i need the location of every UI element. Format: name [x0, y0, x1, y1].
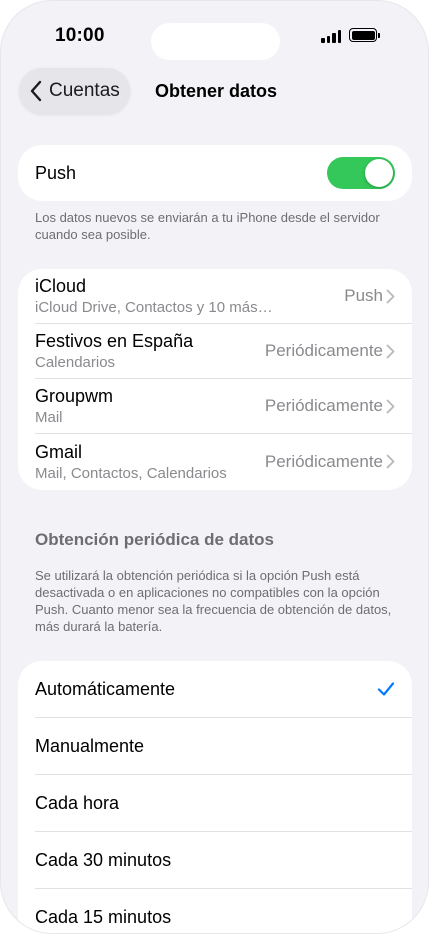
checkmark-icon	[377, 682, 395, 696]
account-row[interactable]: iCloud iCloud Drive, Contactos y 10 más… P…	[35, 269, 412, 324]
chevron-right-icon	[386, 399, 395, 413]
page-title: Obtener datos	[155, 81, 278, 101]
account-detail: Mail, Contactos, Calendarios	[35, 464, 227, 482]
account-fetch-mode: Periódicamente	[264, 341, 383, 360]
fetch-option-row[interactable]: Cada 30 minutos	[35, 832, 412, 889]
fetch-section-header: Obtención periódica de datos	[35, 530, 274, 549]
toggle-knob	[365, 159, 393, 187]
fetch-options-group: Automáticamente Manualmente Cada hora Cada …	[18, 661, 412, 933]
fetch-option-label: Cada hora	[35, 792, 120, 813]
fetch-footnote: Se utilizará la obtención periódica si l…	[35, 568, 392, 634]
battery-icon	[349, 28, 380, 42]
fetch-option-row[interactable]: Cada 15 minutos	[35, 889, 412, 933]
account-row[interactable]: Gmail Mail, Contactos, Calendarios Periódi…	[35, 434, 412, 489]
push-label: Push	[35, 162, 77, 183]
fetch-option-row[interactable]: Cada hora	[35, 775, 412, 832]
accounts-group: iCloud iCloud Drive, Contactos y 10 más… P…	[18, 269, 412, 490]
account-fetch-mode: Push	[344, 286, 383, 305]
cellular-signal-icon	[321, 30, 341, 43]
fetch-option-row[interactable]: Automáticamente	[35, 661, 412, 718]
fetch-option-label: Cada 30 minutos	[35, 849, 172, 870]
chevron-right-icon	[386, 454, 395, 469]
dynamic-island	[151, 23, 280, 60]
account-detail: Mail	[35, 409, 63, 426]
fetch-option-label: Automáticamente	[35, 678, 176, 699]
fetch-option-label: Cada 15 minutos	[35, 907, 172, 927]
phone-screen: 10:00 Cuentas Obtener datos Push Los dat…	[0, 0, 429, 934]
account-name: Groupwm	[35, 386, 114, 406]
fetch-option-row[interactable]: Manualmente	[35, 718, 412, 775]
chevron-right-icon	[386, 289, 395, 303]
account-fetch-mode: Periódicamente	[264, 396, 383, 415]
chevron-right-icon	[386, 344, 395, 358]
chevron-left-icon	[30, 80, 42, 102]
push-group: Push	[18, 145, 412, 201]
account-fetch-mode: Periódicamente	[264, 451, 383, 471]
account-name: iCloud	[35, 276, 87, 296]
account-name: Festivos en España	[35, 331, 194, 351]
push-row: Push	[35, 145, 412, 201]
account-detail: iCloud Drive, Contactos y 10 más…	[35, 299, 273, 316]
fetch-option-label: Manualmente	[35, 735, 145, 756]
status-time: 10:00	[55, 25, 105, 46]
push-footnote: Los datos nuevos se enviarán a tu iPhone…	[35, 210, 380, 242]
back-button[interactable]: Cuentas	[19, 68, 130, 114]
back-label: Cuentas	[49, 80, 120, 101]
push-toggle[interactable]	[327, 157, 395, 189]
account-row[interactable]: Festivos en España Calendarios Periódicame…	[35, 324, 412, 379]
account-detail: Calendarios	[35, 354, 116, 371]
account-row[interactable]: Groupwm Mail Periódicamente	[35, 379, 412, 434]
account-name: Gmail	[35, 441, 83, 462]
